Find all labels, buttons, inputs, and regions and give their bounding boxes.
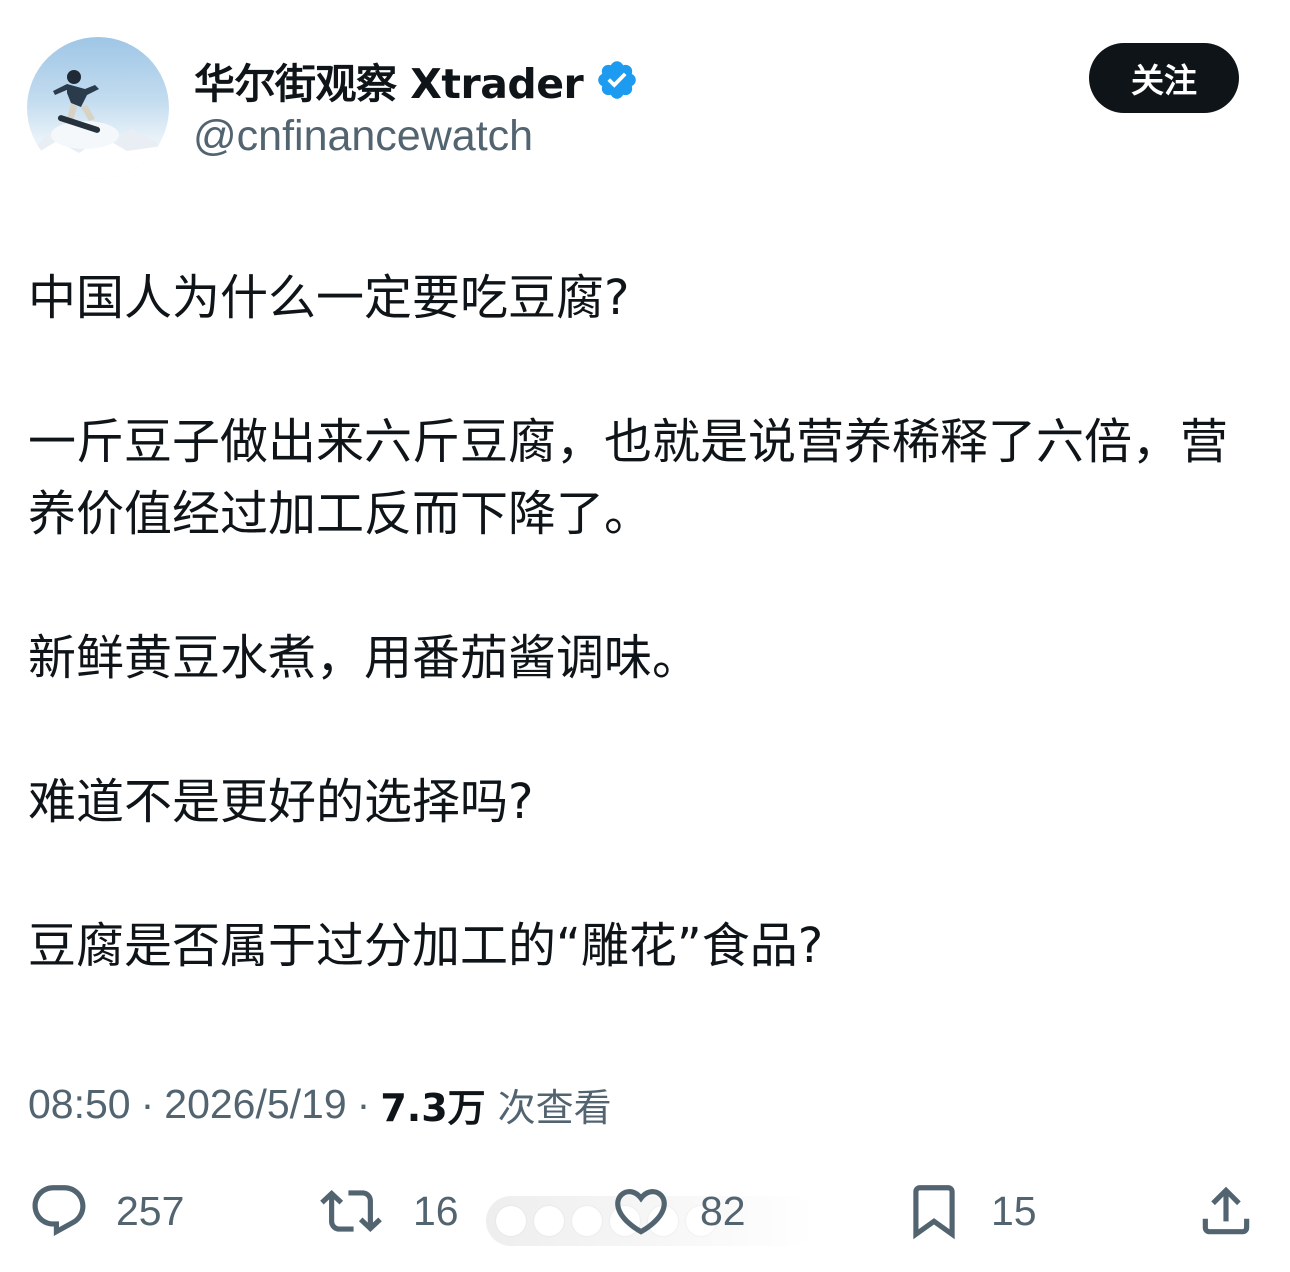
- tweet-paragraph: 新鲜黄豆水煮，用番茄酱调味。: [28, 630, 701, 686]
- tweet-date[interactable]: 2026/5/19: [164, 1081, 346, 1128]
- tweet-meta: 08:50 · 2026/5/19 · 7.3万 次查看: [28, 1076, 612, 1132]
- tweet-text: 中国人为什么一定要吃豆腐? 一斤豆子做出来六斤豆腐，也就是说营养稀释了六倍，营养…: [28, 262, 1248, 982]
- watermark-dot: [534, 1206, 564, 1236]
- watermark-dot: [496, 1206, 526, 1236]
- author-handle[interactable]: @cnfinancewatch: [193, 112, 533, 161]
- share-button[interactable]: [1195, 1180, 1257, 1242]
- tweet-paragraph: 中国人为什么一定要吃豆腐?: [28, 270, 630, 326]
- tweet-time[interactable]: 08:50: [28, 1081, 131, 1128]
- like-button[interactable]: 82: [608, 1180, 746, 1242]
- share-icon: [1202, 1186, 1250, 1235]
- retweet-count: 16: [413, 1187, 459, 1234]
- reply-count: 257: [116, 1187, 185, 1234]
- bookmark-button[interactable]: 15: [903, 1180, 1037, 1242]
- meta-separator: ·: [356, 1080, 371, 1127]
- tweet-paragraph: 一斤豆子做出来六斤豆腐，也就是说营养稀释了六倍，营养价值经过加工反而下降了。: [28, 414, 1229, 542]
- reply-button[interactable]: 257: [28, 1180, 184, 1242]
- bookmark-count: 15: [991, 1187, 1037, 1234]
- meta-separator: ·: [140, 1080, 155, 1127]
- heart-icon: [615, 1189, 667, 1235]
- reply-icon: [32, 1185, 86, 1237]
- verified-badge-icon[interactable]: [595, 58, 639, 102]
- like-count: 82: [700, 1187, 746, 1234]
- tweet-paragraph: 豆腐是否属于过分加工的“雕花”食品?: [28, 918, 824, 974]
- watermark-dot: [572, 1206, 602, 1236]
- tweet-paragraph: 难道不是更好的选择吗?: [28, 774, 534, 830]
- retweet-icon: [320, 1190, 382, 1232]
- snowboarder-avatar-icon: [27, 70, 169, 179]
- follow-button[interactable]: 关注: [1089, 43, 1239, 113]
- views-count[interactable]: 7.3万: [380, 1077, 485, 1132]
- bookmark-icon: [913, 1185, 955, 1240]
- author-display-name[interactable]: 华尔街观察 Xtrader: [194, 52, 639, 108]
- views-label: 次查看: [497, 1085, 612, 1130]
- display-name-text: 华尔街观察 Xtrader: [194, 60, 584, 108]
- avatar[interactable]: [27, 37, 169, 179]
- retweet-button[interactable]: 16: [315, 1180, 459, 1242]
